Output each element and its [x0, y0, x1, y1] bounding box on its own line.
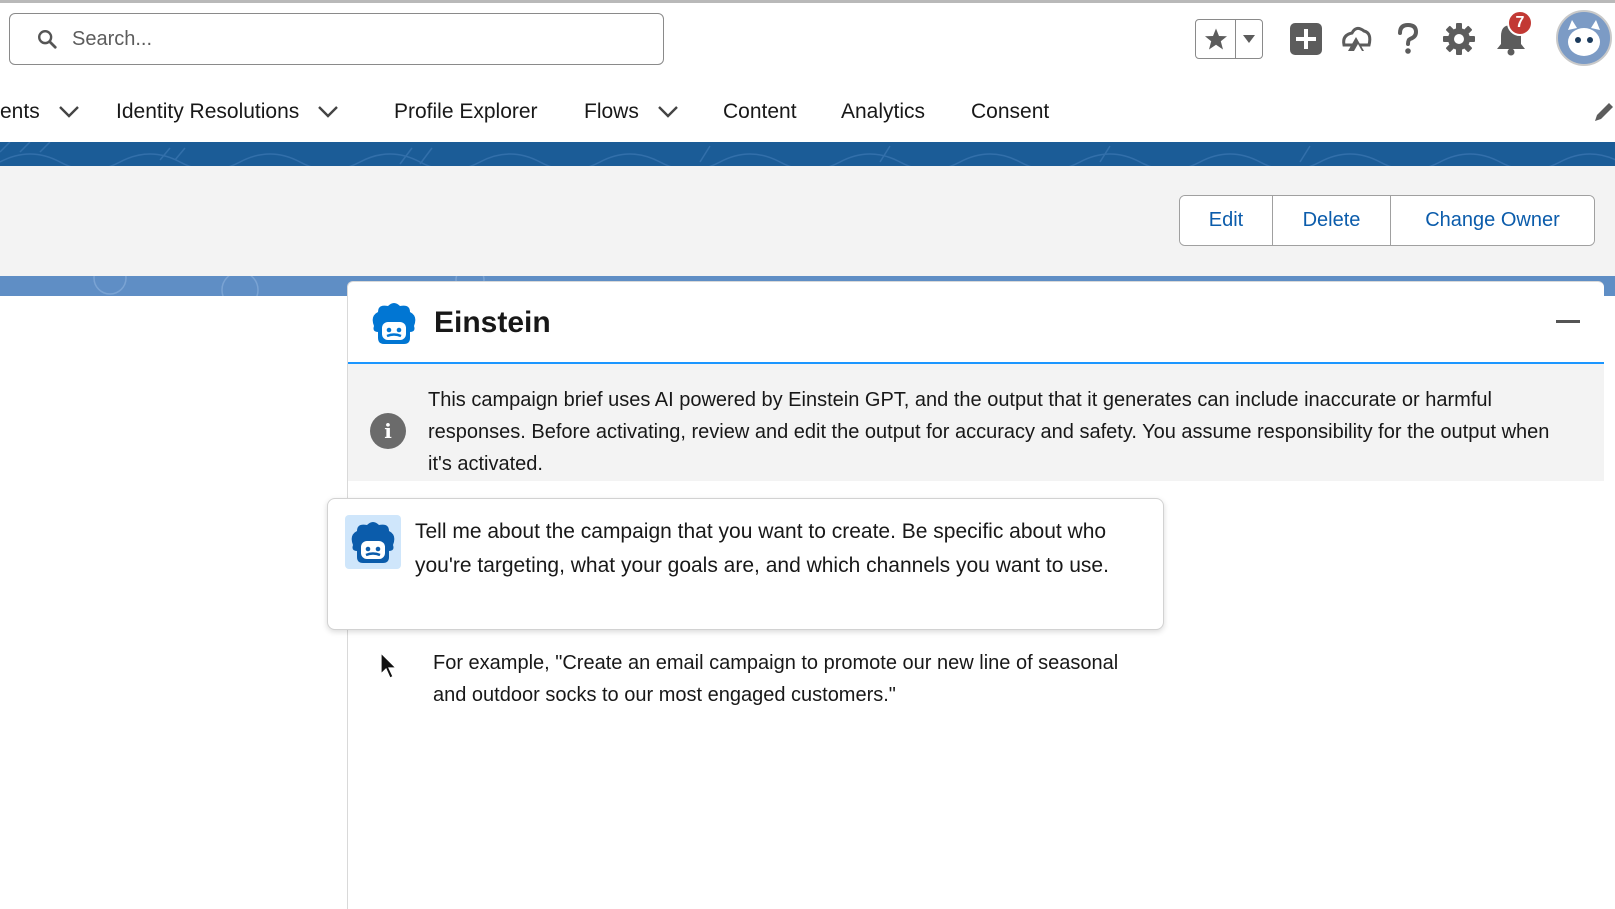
add-icon [1290, 23, 1322, 55]
einstein-panel-header: Einstein [348, 282, 1604, 364]
chevron-down-icon[interactable] [657, 105, 679, 119]
chevron-down-icon [1243, 35, 1255, 43]
gear-icon [1443, 23, 1475, 55]
change-owner-button[interactable]: Change Owner [1391, 196, 1594, 245]
nav-item-consent[interactable]: Consent [971, 92, 1049, 132]
help-icon [1398, 22, 1419, 54]
user-astro-icon [1558, 12, 1610, 64]
nav-item-label: Content [723, 100, 797, 123]
einstein-icon [351, 522, 395, 563]
avatar[interactable] [1556, 10, 1612, 66]
nav-item-label: Analytics [841, 100, 926, 123]
nav-item-label: Flows [584, 100, 639, 123]
app-navigation: ents Identity Resolutions Profile Explor… [0, 92, 1615, 132]
pencil-icon[interactable] [1592, 100, 1615, 124]
favorites-control[interactable] [1195, 19, 1263, 59]
info-icon: i [370, 413, 406, 449]
global-actions-button[interactable] [1287, 20, 1325, 58]
panel-title: Einstein [434, 306, 551, 339]
favorites-star-button[interactable] [1196, 20, 1236, 58]
favorites-dropdown-button[interactable] [1236, 20, 1262, 58]
setup-button[interactable] [1440, 20, 1478, 58]
notification-badge: 7 [1507, 10, 1533, 36]
banner-pattern [0, 142, 1615, 166]
nav-item-segments[interactable]: ents [0, 92, 80, 132]
prompt-text: Tell me about the campaign that you want… [415, 520, 1109, 577]
nav-item-label: Identity Resolutions [116, 100, 300, 123]
nav-item-identity-resolutions[interactable]: Identity Resolutions [116, 92, 339, 132]
search-icon [38, 30, 57, 49]
search-input[interactable] [72, 27, 632, 51]
cursor-icon [380, 652, 398, 679]
record-actions: Edit Delete Change Owner [1179, 195, 1595, 246]
trailhead-button[interactable] [1337, 20, 1375, 58]
header-banner [0, 142, 1615, 166]
nav-item-label: Profile Explorer [394, 100, 538, 123]
help-button[interactable] [1389, 20, 1427, 58]
nav-item-content[interactable]: Content [723, 92, 797, 132]
nav-item-label: Consent [971, 100, 1050, 123]
einstein-avatar [345, 515, 401, 569]
nav-item-analytics[interactable]: Analytics [841, 92, 925, 132]
nav-item-flows[interactable]: Flows [584, 92, 679, 132]
chevron-down-icon[interactable] [58, 105, 80, 119]
disclaimer-text: This campaign brief uses AI powered by E… [428, 389, 1550, 475]
nav-item-profile-explorer[interactable]: Profile Explorer [394, 92, 538, 132]
chevron-down-icon[interactable] [317, 105, 339, 119]
minimize-icon[interactable] [1556, 320, 1580, 323]
top-border [0, 0, 1615, 3]
example-text: For example, "Create an email campaign t… [433, 652, 1119, 706]
nav-item-label: ents [0, 100, 40, 123]
global-search[interactable] [9, 13, 664, 65]
einstein-prompt-message: Tell me about the campaign that you want… [327, 498, 1164, 630]
einstein-icon [372, 303, 416, 344]
delete-button[interactable]: Delete [1273, 196, 1391, 245]
trailhead-icon [1342, 26, 1372, 51]
star-icon [1204, 28, 1227, 50]
edit-button[interactable]: Edit [1180, 196, 1273, 245]
